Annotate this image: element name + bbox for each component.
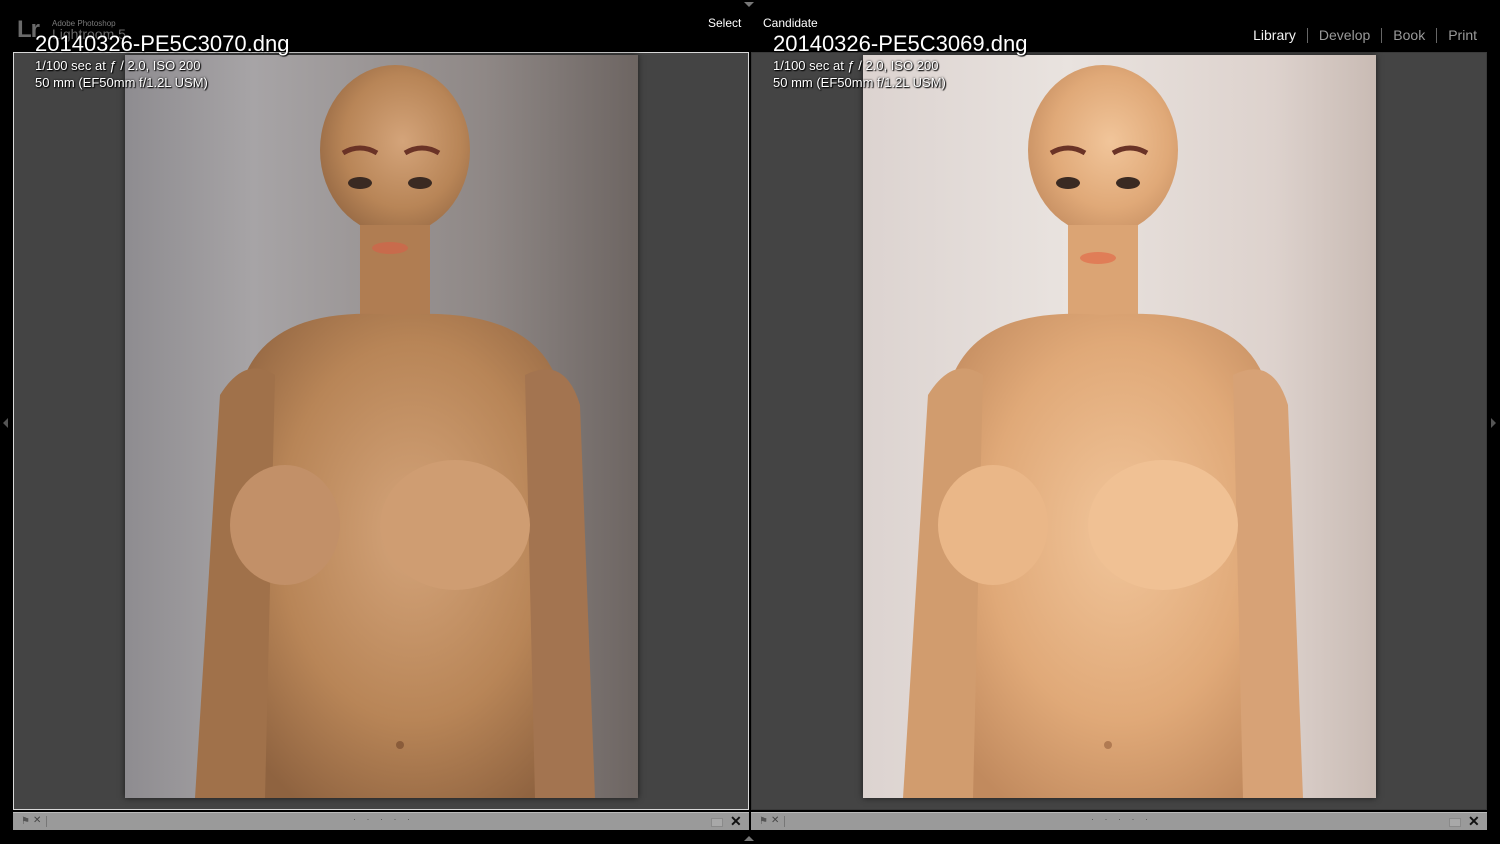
mannequin-image xyxy=(903,65,1303,798)
candidate-canvas[interactable]: 20140326-PE5C3069.dng 1/100 sec at ƒ / 2… xyxy=(751,31,1487,810)
left-panel-toggle-icon[interactable] xyxy=(3,418,8,428)
candidate-filename: 20140326-PE5C3069.dng xyxy=(773,31,1028,56)
toolbar-divider xyxy=(784,816,785,827)
flag-icon[interactable]: ⚑ xyxy=(21,816,30,827)
candidate-lens: 50 mm (EF50mm f/1.2L USM) xyxy=(773,75,946,90)
top-panel-toggle-icon[interactable] xyxy=(744,2,754,7)
mannequin-image xyxy=(195,65,595,798)
candidate-label: Candidate xyxy=(763,16,818,30)
select-photo-info: 20140326-PE5C3070.dng 1/100 sec at ƒ / 2… xyxy=(35,31,289,91)
module-library[interactable]: Library xyxy=(1242,27,1307,43)
reject-icon[interactable]: ✕ xyxy=(33,815,41,826)
candidate-photo[interactable] xyxy=(863,55,1376,798)
rating-stars[interactable]: · · · · · xyxy=(1091,814,1152,824)
color-label-icon[interactable] xyxy=(711,818,723,827)
color-label-icon[interactable] xyxy=(1449,818,1461,827)
select-exposure: 1/100 sec at ƒ / 2.0, ISO 200 xyxy=(35,58,201,73)
select-photo[interactable] xyxy=(125,55,638,798)
module-picker: Library Develop Book Print xyxy=(1242,27,1488,43)
candidate-photo-info: 20140326-PE5C3069.dng 1/100 sec at ƒ / 2… xyxy=(773,31,1027,91)
select-label: Select xyxy=(708,16,742,30)
close-button[interactable]: ✕ xyxy=(1468,813,1480,830)
toolbar-divider xyxy=(46,816,47,827)
right-panel-toggle-icon[interactable] xyxy=(1491,418,1496,428)
bottom-panel-toggle-icon[interactable] xyxy=(744,836,754,841)
select-panel[interactable]: 20140326-PE5C3070.dng 1/100 sec at ƒ / 2… xyxy=(13,31,749,830)
candidate-toolbar: ⚑ ✕ · · · · · ✕ xyxy=(751,812,1487,830)
flag-icon[interactable]: ⚑ xyxy=(759,816,768,827)
select-canvas[interactable]: 20140326-PE5C3070.dng 1/100 sec at ƒ / 2… xyxy=(13,31,749,810)
module-print[interactable]: Print xyxy=(1437,27,1488,43)
close-button[interactable]: ✕ xyxy=(730,813,742,830)
rating-stars[interactable]: · · · · · xyxy=(353,814,414,824)
reject-icon[interactable]: ✕ xyxy=(771,815,779,826)
select-filename: 20140326-PE5C3070.dng xyxy=(35,31,290,56)
select-toolbar: ⚑ ✕ · · · · · ✕ xyxy=(13,812,749,830)
module-book[interactable]: Book xyxy=(1382,27,1436,43)
module-develop[interactable]: Develop xyxy=(1308,27,1381,43)
candidate-panel[interactable]: 20140326-PE5C3069.dng 1/100 sec at ƒ / 2… xyxy=(751,31,1487,830)
candidate-exposure: 1/100 sec at ƒ / 2.0, ISO 200 xyxy=(773,58,939,73)
select-lens: 50 mm (EF50mm f/1.2L USM) xyxy=(35,75,208,90)
